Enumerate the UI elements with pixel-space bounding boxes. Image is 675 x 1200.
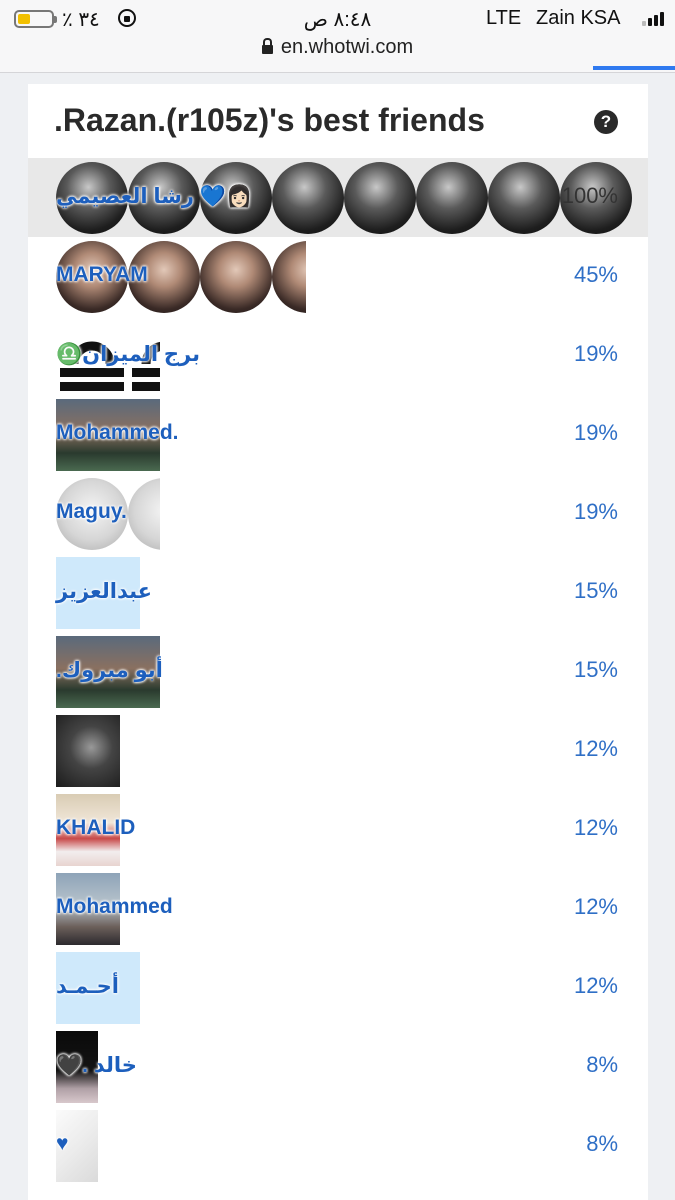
friend-name[interactable]: أحـمـد <box>56 974 119 999</box>
friend-row[interactable]: Maguy. 19% <box>28 474 648 553</box>
status-bar: ٪ ٣٤ ٨:٤٨ ص LTE Zain KSA en.whotwi.com <box>0 0 675 73</box>
avatar-image <box>272 241 306 313</box>
friend-percent: 19% <box>573 499 618 524</box>
url-text: en.whotwi.com <box>280 36 414 58</box>
friend-percent: 100% <box>561 183 618 208</box>
address-bar[interactable]: en.whotwi.com <box>0 36 675 59</box>
friend-percent: 19% <box>573 420 618 445</box>
friend-name[interactable]: Mohammed <box>56 895 173 919</box>
friend-row[interactable]: KHALID 12% <box>28 790 648 869</box>
friend-row[interactable]: Mohammed. 19% <box>28 395 648 474</box>
friend-percent: 19% <box>573 341 618 366</box>
friend-row[interactable]: ♥ 8% <box>28 1106 648 1185</box>
friend-name[interactable]: ♥ <box>56 1132 68 1156</box>
friend-percent: 15% <box>573 657 618 682</box>
friend-row[interactable]: .أبو مبروك 15% <box>28 632 648 711</box>
friend-avatar[interactable] <box>56 715 120 787</box>
friend-percent: 15% <box>573 578 618 603</box>
friend-row[interactable]: MARYAM 45% <box>28 237 648 316</box>
friend-row[interactable]: أحـمـد 12% <box>28 948 648 1027</box>
avatar-image <box>488 162 560 234</box>
friend-name[interactable]: MARYAM <box>56 263 148 287</box>
friend-percent: 45% <box>573 262 618 287</box>
friend-row[interactable]: 12% <box>28 711 648 790</box>
page-title-text: .Razan.(r105z)'s best friends <box>54 102 485 138</box>
friend-name[interactable]: عبدالعزيز <box>56 579 152 604</box>
page-load-progress <box>593 66 675 70</box>
friend-name[interactable]: 🖤. خالد <box>56 1053 137 1078</box>
page-title: .Razan.(r105z)'s best friends ? <box>28 102 648 142</box>
avatar-image <box>272 162 344 234</box>
friend-row[interactable]: 🖤. خالد 8% <box>28 1027 648 1106</box>
padlock-icon <box>261 38 273 54</box>
avatar-image <box>56 715 120 787</box>
friend-row[interactable]: رشا العصيمي 💙👩🏻 100% <box>28 158 648 237</box>
friend-row[interactable]: Mohammed 12% <box>28 869 648 948</box>
avatar-image <box>200 241 272 313</box>
friend-name[interactable]: .أبو مبروك <box>56 658 163 683</box>
friend-name[interactable]: Maguy. <box>56 500 127 524</box>
friend-percent: 8% <box>586 1131 618 1156</box>
friend-name[interactable]: Mohammed. <box>56 421 179 445</box>
friend-percent: 12% <box>573 973 618 998</box>
network-type: LTE <box>486 7 522 29</box>
question-circle-icon[interactable]: ? <box>594 110 618 134</box>
friend-name[interactable]: KHALID <box>56 816 135 840</box>
friend-row[interactable]: عبدالعزيز 15% <box>28 553 648 632</box>
friend-name[interactable]: ♎️برج الميزان <box>56 342 200 367</box>
friend-row[interactable]: ♎️برج الميزان 19% <box>28 316 648 395</box>
carrier-name: Zain KSA <box>536 7 621 29</box>
signal-bars-icon <box>642 12 666 26</box>
friend-percent: 12% <box>573 736 618 761</box>
friend-percent: 12% <box>573 815 618 840</box>
avatar-image <box>344 162 416 234</box>
friend-percent: 12% <box>573 894 618 919</box>
status-row: ٪ ٣٤ ٨:٤٨ ص LTE Zain KSA <box>0 6 675 32</box>
best-friends-card: .Razan.(r105z)'s best friends ? رشا العص… <box>28 84 648 1200</box>
friend-percent: 8% <box>586 1052 618 1077</box>
avatar-image <box>128 478 160 550</box>
avatar-image <box>416 162 488 234</box>
friend-name[interactable]: رشا العصيمي 💙👩🏻 <box>56 184 252 209</box>
